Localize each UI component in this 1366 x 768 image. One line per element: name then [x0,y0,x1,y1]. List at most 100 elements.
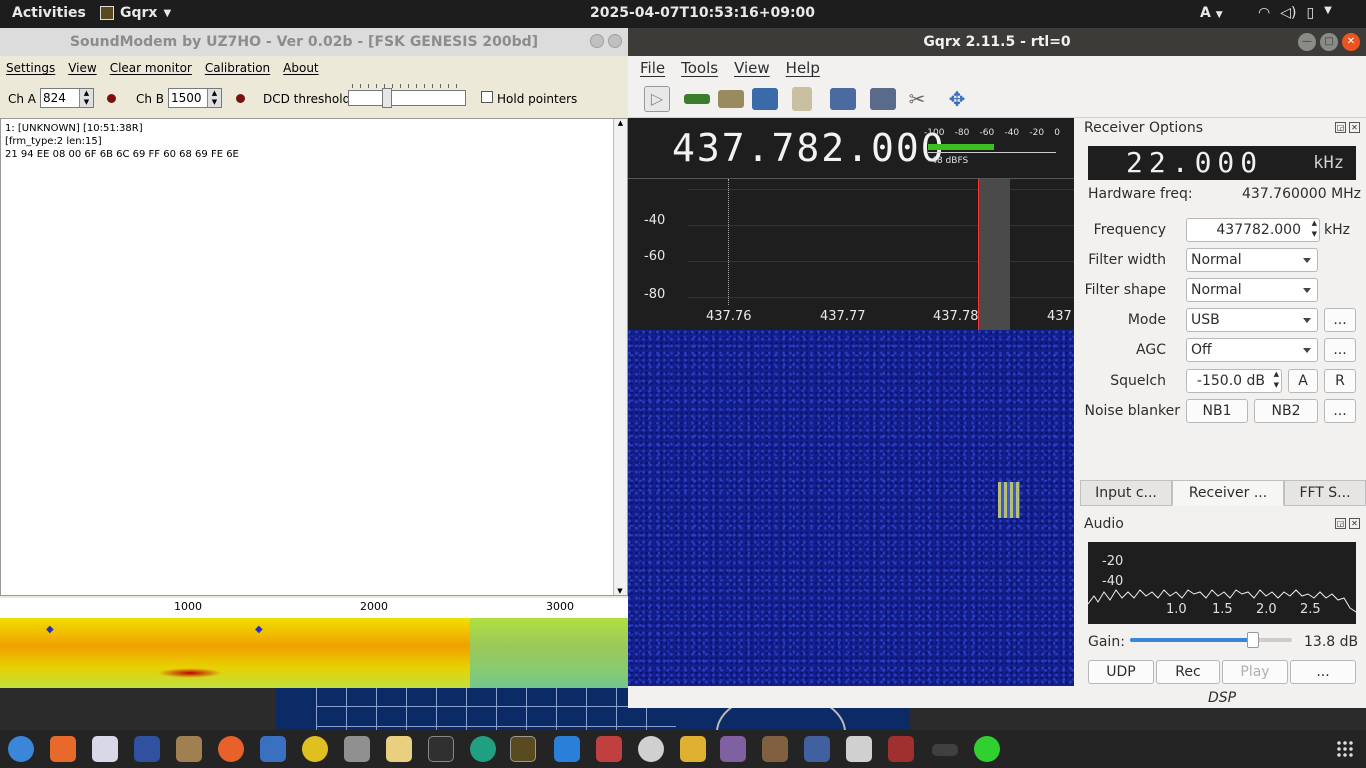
minimize-button[interactable]: — [1298,33,1316,51]
audio-fft-plot[interactable]: -20 -40 1.0 1.5 2.0 2.5 [1088,542,1356,624]
software-center-icon[interactable] [50,736,76,762]
fullscreen-icon[interactable]: ✥ [944,86,970,112]
dcd-slider-thumb[interactable] [382,88,392,108]
activities-button[interactable]: Activities [12,5,86,21]
chrome-icon[interactable] [302,736,328,762]
audio-app-icon[interactable] [134,736,160,762]
app-icon[interactable] [804,736,830,762]
gqrx-icon[interactable] [510,736,536,762]
nb1-button[interactable]: NB1 [1186,399,1248,423]
menu-help[interactable]: Help [786,56,820,80]
filter-offset-display[interactable]: 22.000 kHz [1088,146,1356,180]
menu-tools[interactable]: Tools [681,56,718,80]
chb-spinbox[interactable]: 1500 ▲ ▼ [168,88,222,108]
show-applications-icon[interactable] [1336,740,1354,758]
filter-width-select[interactable]: Normal [1186,248,1318,272]
filter-passband[interactable] [978,179,1010,331]
terminal-icon[interactable] [428,736,454,762]
spin-arrows-icon[interactable]: ▲ ▼ [79,89,93,107]
save-icon[interactable] [752,88,778,110]
squelch-spinbox[interactable]: -150.0 dB ▲ ▼ [1186,369,1282,393]
gqrx-waterfall[interactable] [628,330,1074,686]
hardware-icon[interactable] [684,94,710,104]
scroll-down-icon[interactable]: ▼ [614,587,626,595]
clock[interactable]: 2025-04-07T10:53:16+09:00 [590,5,815,21]
help-icon[interactable] [8,736,34,762]
maximize-button[interactable]: □ [1320,33,1338,51]
spin-arrows-icon[interactable]: ▲ ▼ [1274,369,1279,391]
firefox-icon[interactable] [218,736,244,762]
soundmodem-waterfall[interactable]: ◆ ◆ [0,618,628,688]
gpredict-icon[interactable] [470,736,496,762]
squelch-auto-button[interactable]: A [1288,369,1318,393]
close-icon[interactable]: ✕ [1349,122,1360,133]
text-editor-icon[interactable] [386,736,412,762]
thunderbird-icon[interactable] [260,736,286,762]
agc-options-button[interactable]: ... [1324,338,1356,362]
nb-options-button[interactable]: ... [1324,399,1356,423]
squelch-reset-button[interactable]: R [1324,369,1356,393]
monitor-scrollbar[interactable]: ▲ ▼ [613,119,627,595]
filter-shape-select[interactable]: Normal [1186,278,1318,302]
menu-clear-monitor[interactable]: Clear monitor [110,58,192,78]
record-button[interactable]: Rec [1156,660,1220,684]
hold-pointers-checkbox[interactable] [481,91,493,103]
app-icon[interactable] [680,736,706,762]
dcd-threshold-slider[interactable] [348,90,466,106]
channel-b-marker-icon[interactable]: ◆ [255,624,263,635]
play-icon[interactable]: ▷ [644,86,670,112]
spin-arrows-icon[interactable]: ▲ ▼ [207,89,221,107]
notes-icon[interactable] [92,736,118,762]
gqrx-titlebar[interactable]: Gqrx 2.11.5 - rtl=0 [628,28,1366,56]
files-icon[interactable] [344,736,370,762]
float-icon[interactable]: ◲ [1335,122,1346,133]
gain-knob[interactable] [1247,632,1260,648]
close-button[interactable]: ✕ [1342,33,1360,51]
app-icon[interactable] [762,736,788,762]
tools-icon[interactable]: ✂ [904,86,930,112]
audio-gain-slider[interactable] [1130,632,1292,648]
minimize-button[interactable] [590,34,604,48]
menu-settings[interactable]: Settings [6,58,55,78]
float-icon[interactable]: ◲ [1335,518,1346,529]
cha-spinbox[interactable]: 824 ▲ ▼ [40,88,94,108]
system-tray[interactable]: ◠ ◁) ▯ ▼ [1258,5,1332,21]
usb-drive-icon[interactable] [932,744,958,756]
soundmodem-titlebar[interactable]: SoundModem by UZ7HO - Ver 0.02b - [FSK G… [0,28,628,56]
app-icon[interactable] [638,736,664,762]
udp-button[interactable]: UDP [1088,660,1154,684]
app-icon[interactable] [888,736,914,762]
menu-view[interactable]: View [734,56,770,80]
keyboard-layout-indicator[interactable]: A ▼ [1200,5,1223,21]
tools-app-icon[interactable] [596,736,622,762]
app-icon[interactable] [720,736,746,762]
mode-options-button[interactable]: ... [1324,308,1356,332]
menu-view[interactable]: View [68,58,96,78]
play-button[interactable]: Play [1222,660,1288,684]
close-button[interactable] [608,34,622,48]
nb2-button[interactable]: NB2 [1254,399,1318,423]
app-icon[interactable] [846,736,872,762]
menu-file[interactable]: File [640,56,665,80]
tab-input-controls[interactable]: Input c... [1080,480,1172,506]
frequency-display[interactable]: 437.782.000 [672,126,946,170]
frequency-spinbox[interactable]: 437782.000 ▲ ▼ [1186,218,1320,242]
bookmark-icon[interactable] [792,87,812,111]
folder-icon[interactable] [718,90,744,108]
monitor-textarea[interactable]: 1: [UNKNOWN] [10:51:38R] [frm_type:2 len… [0,118,628,596]
remote-control-icon[interactable] [870,88,896,110]
spin-arrows-icon[interactable]: ▲ ▼ [1312,218,1317,240]
fft-icon[interactable] [830,88,856,110]
agc-select[interactable]: Off [1186,338,1318,362]
tab-receiver-options[interactable]: Receiver ... [1172,480,1284,506]
channel-a-marker-icon[interactable]: ◆ [46,624,54,635]
app-icon[interactable] [554,736,580,762]
app-icon[interactable] [974,736,1000,762]
spectrum-plot[interactable]: -40 -60 -80 437.76 437.77 437.78 437 [628,178,1074,331]
app-menu[interactable]: Gqrx ▼ [100,5,171,21]
menu-calibration[interactable]: Calibration [205,58,270,78]
menu-about[interactable]: About [283,58,318,78]
tab-fft-settings[interactable]: FFT S... [1284,480,1366,506]
scroll-up-icon[interactable]: ▲ [614,119,627,127]
audio-options-button[interactable]: ... [1290,660,1356,684]
